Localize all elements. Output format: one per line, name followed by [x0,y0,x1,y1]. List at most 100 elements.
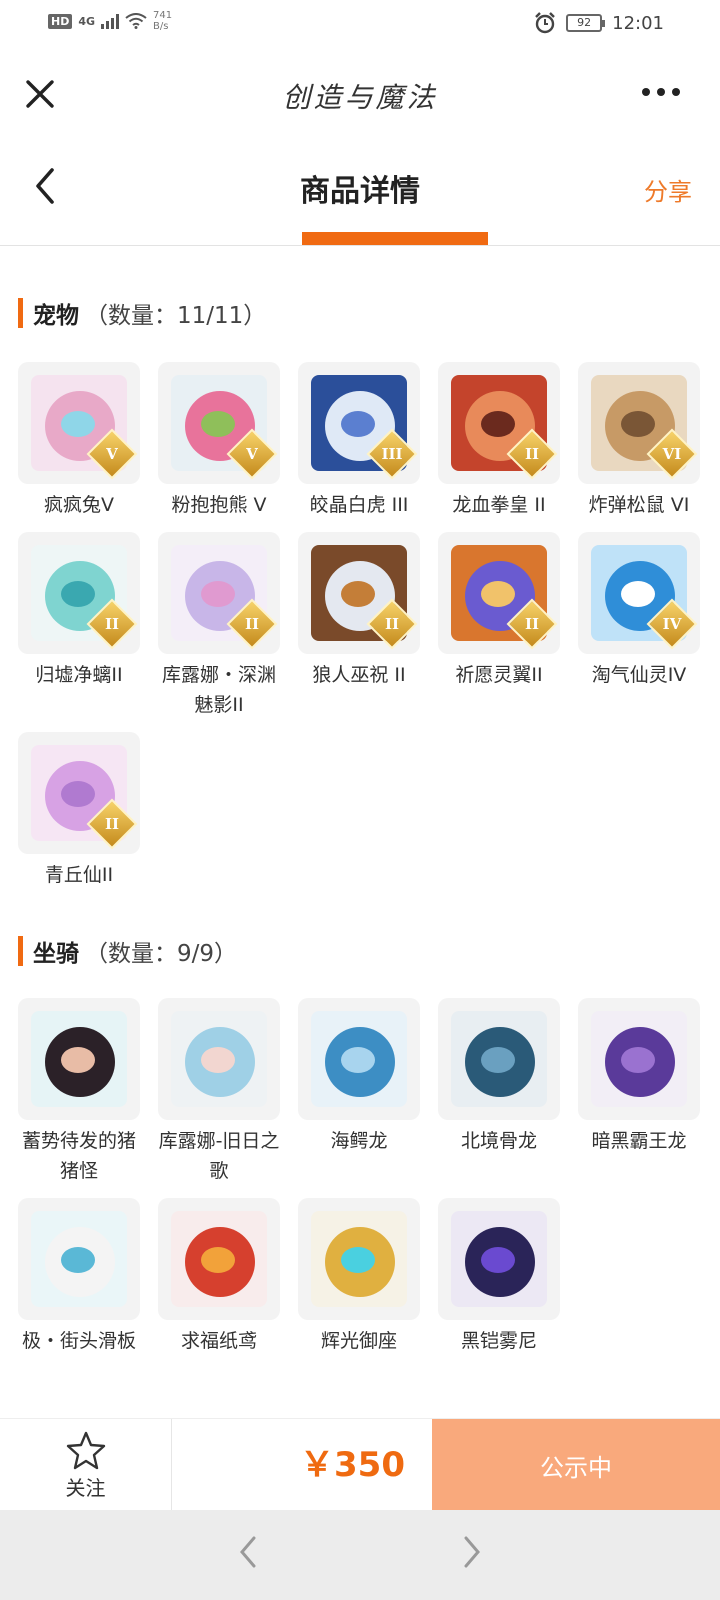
mounts-thumbnail[interactable] [438,998,560,1120]
pets-thumbnail[interactable]: II [438,362,560,484]
mounts-item[interactable]: 海鳄龙 [298,998,420,1186]
status-right: 92 12:01 [534,12,664,34]
section-name: 宠物 [33,303,79,329]
wifi-icon [125,13,147,29]
grade-badge-label: III [381,445,403,463]
pets-label: 狼人巫祝 II [312,664,406,686]
mounts-image [31,1011,127,1107]
mounts-label: 蓄势待发的猪猪怪 [21,1130,136,1182]
pets-thumbnail[interactable]: II [158,532,280,654]
share-button[interactable]: 分享 [644,172,692,207]
pets-thumbnail[interactable]: V [18,362,140,484]
hd-indicator: HD [48,13,73,29]
mounts-image [451,1211,547,1307]
grade-badge-label: II [104,615,120,633]
pets-thumbnail[interactable]: II [18,532,140,654]
app-title: 创造与魔法 [282,81,438,114]
pets-thumbnail[interactable]: VI [578,362,700,484]
battery-icon: 92 [566,14,606,32]
pets-item[interactable]: II 库露娜・深渊魅影II [158,532,280,720]
price: ￥350 [300,1445,405,1485]
pets-item[interactable]: II 归墟净螭II [18,532,140,720]
grade-badge-label: II [524,615,540,633]
mounts-image [451,1011,547,1107]
nav-forward-icon[interactable] [460,1534,484,1570]
tab-indicator [302,232,488,245]
pets-item[interactable]: VI 炸弹松鼠 VI [578,362,700,520]
pets-label: 龙血拳皇 II [452,494,546,516]
follow-label: 关注 [65,1475,106,1500]
mounts-item[interactable]: 暗黑霸王龙 [578,998,700,1186]
alarm-icon [535,12,555,34]
mounts-item[interactable]: 极・街头滑板 [18,1198,140,1356]
mounts-label: 黑铠雾尼 [460,1330,537,1352]
mounts-label: 求福纸鸢 [180,1330,257,1352]
status-bar: HD 4G 741 B/s 92 12:01 [0,0,720,48]
pets-item[interactable]: V 粉抱抱熊 V [158,362,280,520]
pets-item[interactable]: II 祈愿灵翼II [438,532,560,720]
mounts-item[interactable]: 蓄势待发的猪猪怪 [18,998,140,1186]
section-accent-bar [18,298,23,328]
mounts-thumbnail[interactable] [578,998,700,1120]
pets-label: 归墟净螭II [35,664,123,686]
network-speed: 741 B/s [153,10,172,32]
mounts-image [171,1011,267,1107]
pets-item[interactable]: II 青丘仙II [18,732,140,890]
mounts-thumbnail[interactable] [438,1198,560,1320]
pets-item[interactable]: II 狼人巫祝 II [298,532,420,720]
pets-item[interactable]: III 皎晶白虎 III [298,362,420,520]
pets-label: 祈愿灵翼II [455,664,543,686]
pets-thumbnail[interactable]: II [298,532,420,654]
grade-badge-label: II [384,615,400,633]
mounts-thumbnail[interactable] [158,1198,280,1320]
mounts-image [311,1211,407,1307]
mounts-thumbnail[interactable] [298,1198,420,1320]
grade-badge-label: V [246,445,258,463]
grade-badge-label: IV [662,615,682,633]
pets-label: 淘气仙灵IV [591,664,687,686]
browser-nav-bar [0,1510,720,1600]
more-menu-icon[interactable] [642,88,680,96]
pets-thumbnail[interactable]: III [298,362,420,484]
mounts-image [31,1211,127,1307]
mounts-item[interactable]: 库露娜-旧日之歌 [158,998,280,1186]
mounts-thumbnail[interactable] [18,998,140,1120]
network-type: 4G [78,14,96,28]
clock: 12:01 [612,12,664,34]
section-count: （数量：9/9） [85,941,238,967]
pets-label: 青丘仙II [44,864,114,886]
mounts-thumbnail[interactable] [18,1198,140,1320]
status-button[interactable]: 公示中 [432,1419,720,1511]
pets-item[interactable]: II 龙血拳皇 II [438,362,560,520]
mounts-label: 辉光御座 [320,1330,397,1352]
mounts-label: 北境骨龙 [460,1130,537,1152]
mounts-label: 海鳄龙 [330,1130,388,1152]
grade-badge-label: V [106,445,118,463]
grade-badge-label: VI [662,445,682,463]
mounts-thumbnail[interactable] [158,998,280,1120]
page-title: 商品详情 [300,174,420,209]
section-name: 坐骑 [33,941,79,967]
pets-item[interactable]: V 疯疯兔V [18,362,140,520]
mounts-item[interactable]: 黑铠雾尼 [438,1198,560,1356]
mounts-thumbnail[interactable] [298,998,420,1120]
grade-badge-label: II [524,445,540,463]
grade-badge-label: II [244,615,260,633]
nav-back-icon[interactable] [236,1534,260,1570]
mounts-image [591,1011,687,1107]
pets-item[interactable]: IV 淘气仙灵IV [578,532,700,720]
mounts-image [311,1011,407,1107]
mounts-item[interactable]: 辉光御座 [298,1198,420,1356]
pets-thumbnail[interactable]: II [18,732,140,854]
mounts-item[interactable]: 求福纸鸢 [158,1198,280,1356]
pets-label: 皎晶白虎 III [309,494,409,516]
pets-thumbnail[interactable]: IV [578,532,700,654]
pets-label: 炸弹松鼠 VI [588,494,690,516]
mounts-label: 暗黑霸王龙 [591,1130,687,1152]
pets-thumbnail[interactable]: V [158,362,280,484]
mounts-item[interactable]: 北境骨龙 [438,998,560,1186]
pets-grid: V 疯疯兔V V 粉抱抱熊 V III 皎晶白虎 III II 龙血拳皇 II VI 炸弹松鼠 V… [18,362,708,890]
pets-thumbnail[interactable]: II [438,532,560,654]
signal-icon [101,13,120,29]
follow-button[interactable]: 关注 [0,1419,172,1511]
